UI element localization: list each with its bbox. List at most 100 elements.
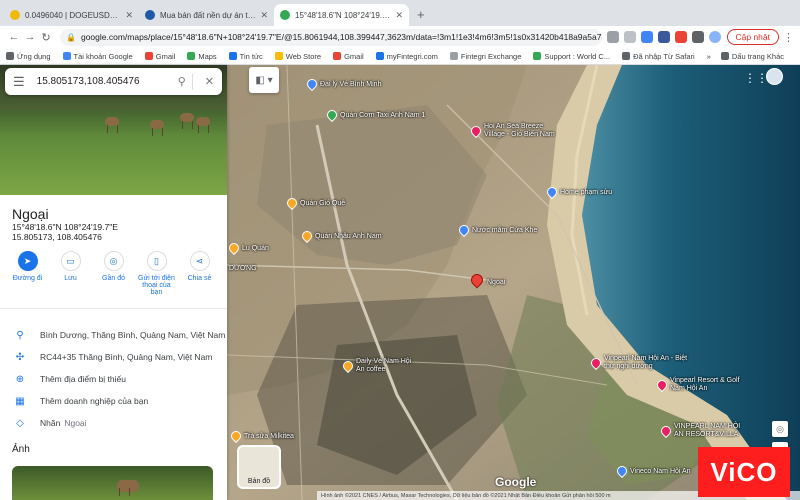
poi-marker[interactable]: Vinpearl Nam Hội An - Biệt thự nghỉ dưỡn… [588,355,691,371]
poi-marker[interactable]: Nước mắm Cửa Khe [456,222,538,238]
new-tab-icon[interactable]: + [417,7,425,22]
hamburger-menu-icon[interactable]: ☰ [13,74,25,90]
photo-deer [117,480,139,496]
puzzle-icon[interactable] [691,31,704,43]
facebook-extension-icon[interactable] [657,31,670,43]
search-input[interactable]: 15.805173,108.405476 [37,76,172,87]
address-bar[interactable]: 🔒 google.com/maps/place/15°48'18.6"N+108… [60,28,602,46]
add-missing-place-row[interactable]: ⊕ Thêm địa điểm bị thiếu [0,368,227,390]
watermark-text: ViCO [710,456,778,487]
save-button[interactable]: ▭ Lưu [52,251,90,308]
map-canvas[interactable]: ◧ ▾ Đại lý Vé Bình Minh Quán Cơm Taxi An… [227,65,800,500]
google-icon [62,52,71,60]
more-menu-icon[interactable]: ⋮ [783,31,794,44]
photo-thumbnail[interactable] [12,466,213,500]
news-icon [228,52,237,60]
poi-marker[interactable]: Daily Vé Nam Hội An coffee [340,358,413,374]
poi-marker[interactable]: Quán Cơm Taxi Anh Nam 1 [324,107,425,123]
browser-tab[interactable]: Mua bán đất nền dự án thành p ✕ [139,4,274,26]
bookmark-icon: ▭ [60,251,81,271]
add-business-row[interactable]: ▦ Thêm doanh nghiệp của bạn [0,390,227,412]
more-bookmarks-icon[interactable]: » [707,52,711,61]
close-tab-icon[interactable]: ✕ [260,10,268,21]
label-value: Ngoại [64,418,87,428]
poi-marker[interactable]: Home phạm sửu [544,184,612,200]
area-label-text: DƯƠNG [229,265,257,272]
browser-tab[interactable]: 0.0496040 | DOGEUSDT | Bin ✕ [4,4,139,26]
location-icon[interactable] [606,31,619,43]
bookmark-item[interactable]: Maps [187,52,217,61]
bookmark-item[interactable]: myFintegri.com [375,51,438,61]
poi-marker[interactable]: Đại lý Vé Bình Minh [304,76,381,92]
my-location-button[interactable]: ◎ [772,421,788,437]
bookmark-item[interactable]: Tin tức [228,52,263,61]
star-icon[interactable] [623,31,636,43]
photo-deer [105,117,119,133]
search-icon[interactable]: ⚲ [178,75,186,88]
poi-pin-icon [324,107,340,123]
poi-pin-icon [227,240,242,256]
add-place-text: Thêm địa điểm bị thiếu [40,374,126,384]
plus-code-row[interactable]: ✣ RC44+35 Thăng Bình, Quảng Nam, Việt Na… [0,346,227,368]
lock-icon[interactable]: 🔒 [66,33,76,42]
map-tools-button[interactable]: ◧ ▾ [249,67,279,93]
close-tab-icon[interactable]: ✕ [395,10,403,21]
layers-switcher[interactable]: Bản đồ [237,445,281,489]
bookmark-item[interactable]: Web Store [274,51,322,61]
bookmark-item[interactable]: Tài khoản Google [62,52,133,61]
poi-marker[interactable]: Vinpearl Resort & Golf Nam Hội An [654,377,747,393]
address-row[interactable]: ⚲ Bình Dương, Thăng Bình, Quảng Nam, Việ… [0,324,227,346]
update-button[interactable]: Cập nhật [726,29,779,45]
translate-extension-icon[interactable] [640,31,653,43]
search-box[interactable]: ☰ 15.805173,108.405476 ⚲ ✕ [5,68,222,95]
poi-marker[interactable]: Hoi An Sea Breeze Village - Gió Biển Nam [468,123,561,139]
tab-title: Mua bán đất nền dự án thành p [160,10,257,20]
folder-icon [622,52,631,60]
back-icon[interactable]: ← [6,31,22,43]
poi-marker[interactable]: VINPEARL NAM HỘI AN RESORT&VILLA [658,423,751,439]
bookmark-label: Web Store [285,51,322,61]
poi-pin-icon [340,358,356,374]
profile-icon[interactable] [708,31,721,43]
label-row[interactable]: ◇ Nhãn Ngoại [0,412,227,434]
close-icon[interactable]: ✕ [205,75,214,88]
poi-marker[interactable]: Vineco Nam Hội An [614,463,691,479]
poi-marker[interactable]: Trà sữa Milkitea [228,428,294,444]
attribution-text: Hình ảnh ©2021 CNES / Airbus, Maxar Tech… [321,492,611,499]
poi-marker[interactable]: Quán Nhậu Anh Nam [299,228,382,244]
bookmark-item[interactable]: Fintegri Exchange [449,52,521,61]
poi-pin-icon [228,428,244,444]
bookmark-folder[interactable]: Đã nhập Từ Safari [622,52,695,61]
bookmark-label: Gmail [155,51,176,61]
reload-icon[interactable]: ↻ [38,31,54,44]
poi-label: Quán Gió Quê [300,199,346,207]
bookmark-item[interactable]: Ứng dụng [6,52,51,61]
maps-favicon-icon [280,10,290,20]
extension-icon[interactable] [674,31,687,43]
share-button[interactable]: ⋖ Chia sẻ [181,251,219,308]
poi-label: Hoi An Sea Breeze Village - Gió Biển Nam [484,123,555,138]
other-bookmarks-folder[interactable]: Dấu trang Khác [720,52,784,61]
poi-pin-icon [468,123,484,139]
plus-code-icon: ✣ [15,351,25,363]
poi-pin-icon [304,76,320,92]
send-to-phone-button[interactable]: ▯ Gửi tới điện thoại của bạn [138,251,176,308]
layers-toggle-icon: ◧ ▾ [255,74,273,86]
poi-marker[interactable]: Lu Quán [227,240,269,256]
layers-label: Bản đồ [247,478,271,485]
account-avatar[interactable] [766,68,783,85]
forward-icon[interactable]: → [22,31,38,43]
poi-marker[interactable]: Quán Gió Quê [284,195,346,211]
divider [191,73,193,90]
directions-button[interactable]: ➤ Đường đi [9,251,47,308]
poi-pin-icon [658,423,674,439]
bookmark-label: myFintegri.com [386,51,438,61]
bookmark-item[interactable]: Gmail [333,52,364,61]
poi-label: Nước mắm Cửa Khe [472,226,538,234]
close-tab-icon[interactable]: ✕ [125,10,133,21]
poi-label: Vinpearl Nam Hội An - Biệt thự nghỉ dưỡn… [604,355,688,370]
nearby-button[interactable]: ◎ Gần đó [95,251,133,308]
browser-tab-active[interactable]: 15°48'18.6"N 108°24'19.7"E - G ✕ [274,4,409,26]
bookmark-item[interactable]: Support : World C... [533,52,610,61]
bookmark-item[interactable]: Gmail [144,51,176,61]
